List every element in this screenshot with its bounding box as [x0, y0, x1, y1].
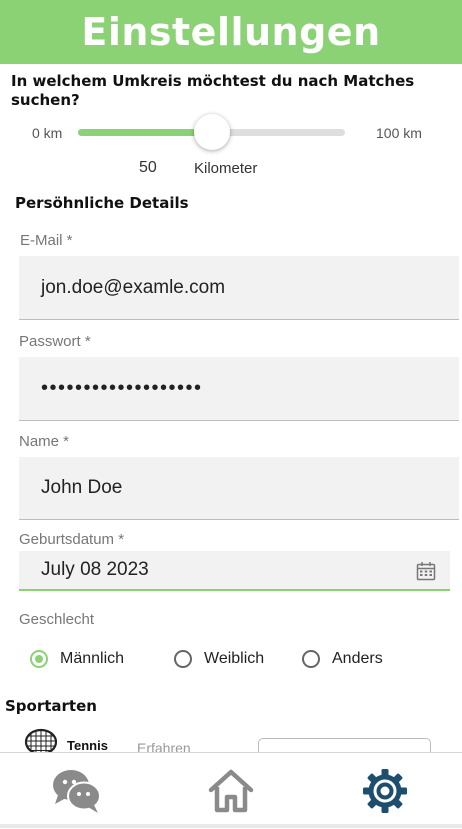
tennis-racket-icon — [24, 728, 58, 754]
nav-item-chat[interactable] — [0, 753, 154, 829]
radio-label: Männlich — [60, 650, 125, 667]
slider-max-label: 100 km — [376, 125, 422, 141]
radio-label: Weiblich — [204, 650, 265, 667]
name-field[interactable]: John Doe — [19, 457, 459, 520]
gender-option-weiblich[interactable]: Weiblich — [174, 650, 264, 668]
radius-slider-fill — [78, 129, 212, 136]
personal-details-title: Persöhnliche Details — [15, 194, 189, 212]
bottom-divider — [0, 824, 462, 828]
birthdate-field[interactable]: July 08 2023 — [19, 551, 450, 591]
sport-row-tennis: Tennis Erfahren — [0, 724, 462, 754]
calendar-icon[interactable] — [416, 561, 436, 581]
page-title: Einstellungen — [81, 10, 381, 54]
name-value: John Doe — [41, 477, 123, 498]
radius-slider-thumb[interactable] — [193, 114, 230, 150]
email-field[interactable]: jon.doe@examle.com — [19, 256, 459, 320]
radio-button[interactable] — [30, 650, 48, 668]
gender-label: Geschlecht — [19, 611, 95, 628]
gender-option-maennlich[interactable]: Männlich — [30, 650, 124, 668]
radio-button[interactable] — [174, 650, 192, 668]
birthdate-value: July 08 2023 — [41, 559, 149, 580]
nav-item-settings[interactable] — [308, 753, 462, 829]
birthdate-label: Geburtsdatum * — [19, 531, 125, 548]
gender-option-anders[interactable]: Anders — [302, 650, 383, 668]
chat-icon — [53, 770, 101, 813]
slider-min-label: 0 km — [32, 125, 63, 141]
email-label: E-Mail * — [20, 232, 73, 249]
app-header: Einstellungen — [0, 0, 462, 64]
nav-item-home[interactable] — [154, 753, 308, 829]
gear-icon — [363, 769, 407, 813]
name-label: Name * — [19, 433, 70, 450]
radius-question: In welchem Umkreis möchtest du nach Matc… — [11, 72, 415, 109]
radio-button[interactable] — [302, 650, 320, 668]
email-value: jon.doe@examle.com — [41, 276, 226, 298]
bottom-navigation — [0, 752, 462, 828]
sports-title: Sportarten — [5, 697, 97, 715]
password-value: ••••••••••••••••••• — [41, 377, 203, 399]
radius-unit-label: Kilometer — [194, 160, 258, 177]
password-field[interactable]: ••••••••••••••••••• — [19, 357, 459, 421]
sport-name: Tennis — [67, 738, 108, 753]
gender-radio-group: Männlich Weiblich Anders — [0, 650, 462, 680]
home-icon — [208, 769, 254, 813]
radius-value: 50 — [139, 159, 157, 176]
radio-label: Anders — [332, 650, 383, 667]
password-label: Passwort * — [19, 333, 91, 350]
